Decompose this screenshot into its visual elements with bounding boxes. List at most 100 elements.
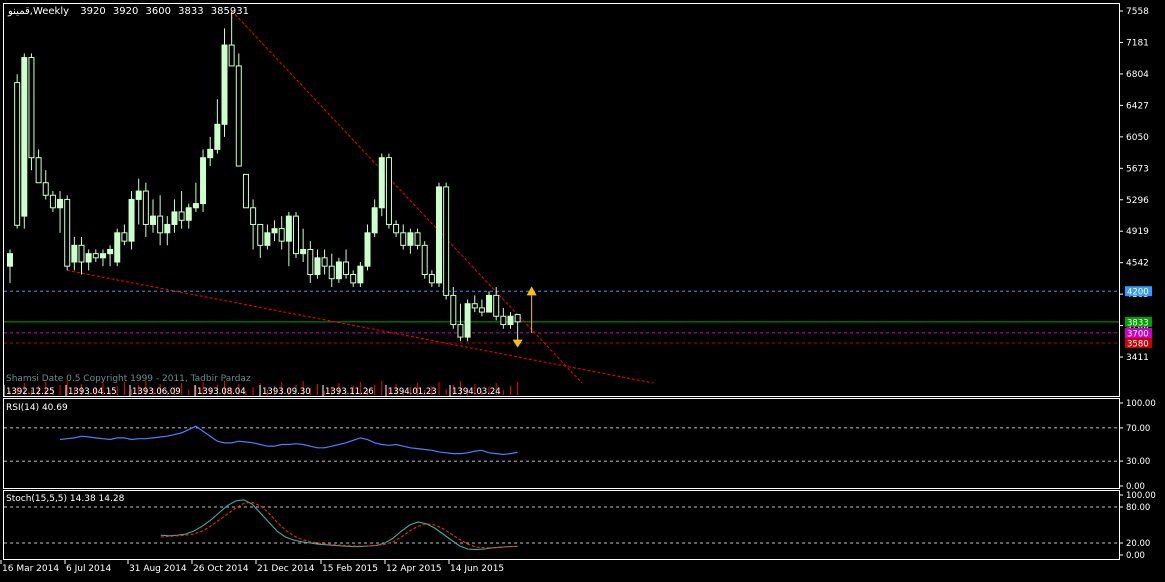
candle[interactable] xyxy=(407,228,414,254)
candle[interactable] xyxy=(214,99,221,154)
candle[interactable] xyxy=(357,262,364,288)
rsi-panel-frame xyxy=(3,398,1120,489)
candle[interactable] xyxy=(107,245,114,267)
candle[interactable] xyxy=(285,211,292,267)
candle[interactable] xyxy=(350,270,357,288)
candle[interactable] xyxy=(364,224,371,271)
x-axis-date-label: 14 Jun 2015 xyxy=(450,564,504,574)
indicator-tick-label: 70.00 xyxy=(1126,424,1150,434)
candle[interactable] xyxy=(14,74,21,229)
candle[interactable] xyxy=(421,241,428,279)
candle[interactable] xyxy=(49,191,56,212)
shamsi-date-label: 1393.09.30 xyxy=(262,387,311,397)
candle[interactable] xyxy=(371,199,378,237)
trendline[interactable] xyxy=(231,10,583,384)
candle[interactable] xyxy=(121,224,128,246)
candle[interactable] xyxy=(271,220,278,242)
candle[interactable] xyxy=(378,153,385,217)
candle[interactable] xyxy=(71,236,78,271)
level-3700-label: 3700 xyxy=(1127,329,1149,339)
candle[interactable] xyxy=(242,173,249,209)
candle[interactable] xyxy=(307,241,314,283)
x-axis-date-label: 31 Aug 2014 xyxy=(129,564,187,574)
price-tick-label: 7558 xyxy=(1126,7,1149,17)
candle[interactable] xyxy=(57,191,64,233)
candle[interactable] xyxy=(486,291,493,313)
candle[interactable] xyxy=(314,249,321,279)
candle[interactable] xyxy=(150,199,156,233)
candle[interactable] xyxy=(250,199,257,250)
candle[interactable] xyxy=(178,191,185,229)
candle[interactable] xyxy=(414,228,421,250)
candle[interactable] xyxy=(192,182,199,212)
candle[interactable] xyxy=(264,224,271,250)
candle[interactable] xyxy=(157,195,164,246)
candle[interactable] xyxy=(164,216,171,246)
chart-canvas[interactable]: قمینو,Weekly 3920 3920 3600 3833 385931 … xyxy=(0,0,1165,578)
candle[interactable] xyxy=(171,199,178,233)
x-axis-date-label: 26 Oct 2014 xyxy=(193,564,249,574)
ohlc-high: 3920 xyxy=(113,6,138,17)
rsi-label: RSI(14) 40.69 xyxy=(6,403,68,413)
candle[interactable] xyxy=(235,53,242,167)
trendline[interactable] xyxy=(67,269,654,384)
ohlc-close: 3833 xyxy=(178,6,203,17)
candle[interactable] xyxy=(200,149,207,212)
candle[interactable] xyxy=(28,53,35,171)
level-3580-label: 3580 xyxy=(1127,339,1149,349)
x-axis-date-label: 12 Apr 2015 xyxy=(386,564,442,574)
ohlc-volume: 385931 xyxy=(211,6,249,17)
candle[interactable] xyxy=(300,228,307,263)
candle[interactable] xyxy=(321,249,328,275)
candle[interactable] xyxy=(500,307,507,329)
candle[interactable] xyxy=(278,216,285,250)
candle[interactable] xyxy=(478,299,485,317)
candle[interactable] xyxy=(493,287,500,321)
candle[interactable] xyxy=(328,253,335,288)
candle[interactable] xyxy=(42,170,49,200)
candle[interactable] xyxy=(343,249,350,279)
candle[interactable] xyxy=(135,178,142,225)
candle[interactable] xyxy=(142,182,149,237)
indicator-tick-label: 20.00 xyxy=(1126,539,1150,549)
candle[interactable] xyxy=(436,182,442,288)
candle[interactable] xyxy=(464,299,471,342)
candle[interactable] xyxy=(99,249,106,267)
price-tick-label: 4542 xyxy=(1126,259,1149,269)
candle[interactable] xyxy=(335,257,342,283)
candle[interactable] xyxy=(221,28,228,137)
candle[interactable] xyxy=(114,228,121,267)
candle[interactable] xyxy=(450,287,457,329)
candle[interactable] xyxy=(457,303,464,342)
candle[interactable] xyxy=(443,182,450,300)
indicator-tick-label: 80.00 xyxy=(1126,503,1150,513)
candle[interactable] xyxy=(385,153,392,229)
candle[interactable] xyxy=(400,224,407,250)
ohlc-low: 3600 xyxy=(146,6,171,17)
candle[interactable] xyxy=(293,211,299,258)
candle[interactable] xyxy=(35,149,42,184)
x-axis-date-label: 15 Feb 2015 xyxy=(322,564,378,574)
watermark: Shamsi Date 0.5 Copyright 1999 - 2011, T… xyxy=(6,374,251,384)
indicator-tick-label: 0.00 xyxy=(1126,551,1145,561)
candle[interactable] xyxy=(78,236,85,275)
shamsi-date-label: 1393.08.04 xyxy=(197,387,246,397)
candle[interactable] xyxy=(514,314,521,342)
candle[interactable] xyxy=(471,295,478,313)
candle[interactable] xyxy=(92,249,99,263)
candle[interactable] xyxy=(185,203,192,229)
candle[interactable] xyxy=(207,136,214,167)
candle[interactable] xyxy=(257,223,264,258)
candle[interactable] xyxy=(7,249,13,283)
candle[interactable] xyxy=(21,53,28,229)
candle[interactable] xyxy=(428,270,435,288)
candle[interactable] xyxy=(128,191,135,250)
price-tick-label: 5296 xyxy=(1126,196,1149,206)
arrow-down-icon[interactable] xyxy=(512,339,523,348)
candle[interactable] xyxy=(64,195,71,271)
candle[interactable] xyxy=(507,312,514,329)
candle[interactable] xyxy=(228,11,235,67)
candle[interactable] xyxy=(85,249,92,271)
indicator-tick-label: 100.00 xyxy=(1126,491,1156,501)
candle[interactable] xyxy=(393,220,400,237)
